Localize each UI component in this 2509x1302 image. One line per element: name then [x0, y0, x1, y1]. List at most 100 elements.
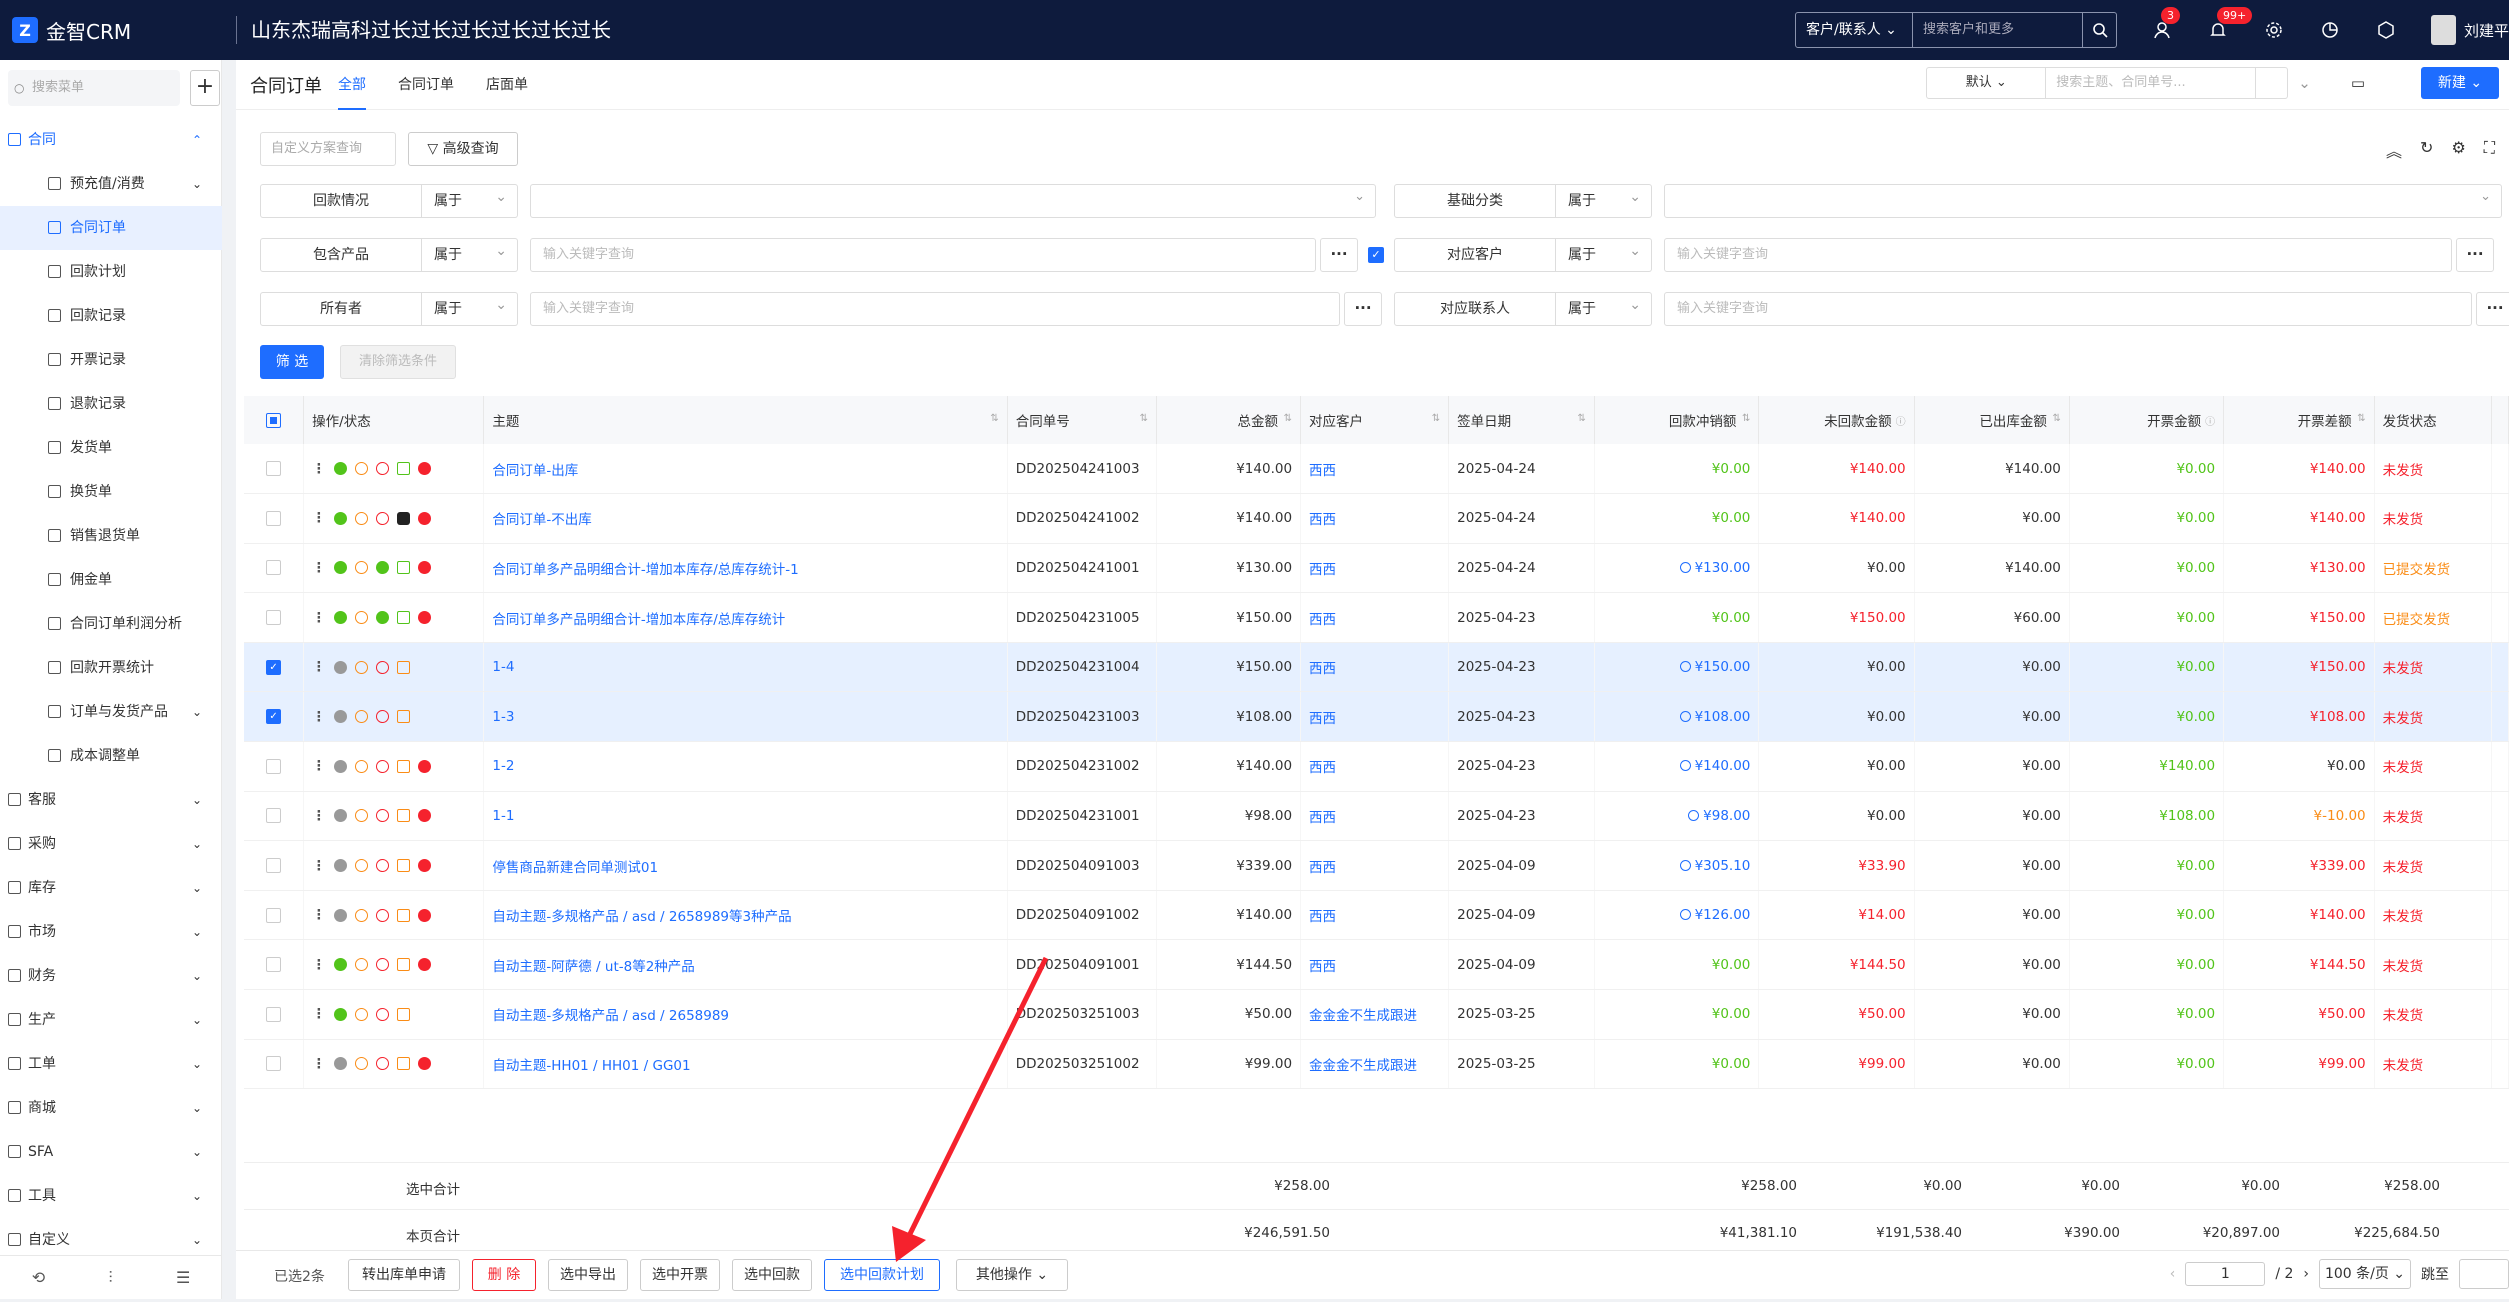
table-row[interactable]: ⋮ 自动主题-多规格产品 / asd / 2658989 DD20250325100…: [244, 989, 2509, 1040]
owner-icon[interactable]: [333, 1007, 347, 1021]
row-checkbox[interactable]: [266, 1006, 282, 1022]
tab-all[interactable]: 全部: [338, 60, 366, 110]
subject-link[interactable]: 合同订单-出库: [492, 463, 578, 479]
sidebar-item[interactable]: 合同订单利润分析: [0, 602, 222, 646]
new-button[interactable]: 新建 ⌄: [2421, 67, 2499, 99]
sidebar-item[interactable]: 库存 ⌄: [0, 866, 222, 910]
page-input[interactable]: 1: [2185, 1262, 2266, 1286]
sidebar-item[interactable]: 工单 ⌄: [0, 1042, 222, 1086]
subject-link[interactable]: 1-4: [492, 659, 514, 675]
subject-link[interactable]: 1-1: [492, 808, 514, 824]
subject-link[interactable]: 1-2: [492, 758, 514, 774]
block-icon[interactable]: [396, 511, 410, 525]
filter-value-select[interactable]: [530, 181, 1376, 218]
filter-operator-select[interactable]: 属于: [422, 289, 518, 326]
sidebar-item[interactable]: 发货单: [0, 426, 222, 470]
sidebar-item[interactable]: 成本调整单: [0, 734, 222, 778]
share-icon[interactable]: [396, 561, 410, 575]
advanced-search-button[interactable]: ▽ 高级查询: [408, 132, 518, 166]
notification-button[interactable]: 3: [2151, 7, 2180, 41]
customer-link[interactable]: 西西: [1309, 562, 1336, 578]
warning-icon[interactable]: [375, 809, 389, 823]
sidebar-item[interactable]: 开票记录: [0, 338, 222, 382]
sliders-icon[interactable]: ⫶: [109, 1268, 113, 1288]
delete-circle-icon[interactable]: [417, 611, 431, 625]
gear-icon[interactable]: ⚙: [2451, 138, 2465, 162]
refresh-icon[interactable]: ↻: [2420, 138, 2433, 162]
col-header[interactable]: 已出库金额 ⇅: [1914, 396, 2070, 444]
status-icon[interactable]: [354, 561, 368, 575]
sort-icon[interactable]: ⇅: [2053, 413, 2061, 424]
more-options-button[interactable]: ···: [2476, 292, 2509, 326]
history-button[interactable]: [2319, 19, 2341, 41]
sidebar-item[interactable]: 市场 ⌄: [0, 910, 222, 954]
view-select[interactable]: 默认 ⌄: [1926, 67, 2047, 99]
sidebar-item[interactable]: 退款记录: [0, 382, 222, 426]
history-icon[interactable]: ⟲: [32, 1268, 45, 1287]
add-menu-button[interactable]: +: [190, 70, 220, 106]
more-icon[interactable]: ⋮: [312, 858, 326, 874]
more-icon[interactable]: ⋮: [312, 907, 326, 923]
sort-icon[interactable]: ⇅: [2357, 413, 2365, 424]
chevron-down-icon[interactable]: ⌄: [2298, 74, 2311, 92]
filter-value-select[interactable]: [1664, 181, 2502, 218]
sort-icon[interactable]: ⇅: [990, 413, 998, 424]
col-header[interactable]: 对应客户 ⇅: [1300, 396, 1450, 444]
delete-circle-icon[interactable]: [417, 561, 431, 575]
sort-icon[interactable]: ⇅: [1742, 413, 1750, 424]
filter-operator-select[interactable]: 属于: [1556, 181, 1652, 218]
customer-link[interactable]: 金金金不生成跟进: [1309, 1058, 1417, 1074]
warning-icon[interactable]: [375, 1057, 389, 1071]
document-icon[interactable]: [396, 660, 410, 674]
delete-button[interactable]: 删 除: [472, 1259, 536, 1291]
customer-link[interactable]: 金金金不生成跟进: [1309, 1008, 1417, 1024]
share-icon[interactable]: [396, 611, 410, 625]
next-page-icon[interactable]: ›: [2303, 1266, 2309, 1282]
help-icon[interactable]: ⓘ: [2205, 413, 2215, 428]
more-icon[interactable]: ⋮: [312, 610, 326, 626]
menu-search-input[interactable]: ○ 搜索菜单: [8, 70, 180, 106]
sidebar-item[interactable]: 回款开票统计: [0, 646, 222, 690]
collapse-menu-icon[interactable]: ☰: [176, 1268, 190, 1287]
owner-icon[interactable]: [333, 561, 347, 575]
sidebar-item[interactable]: 工具 ⌄: [0, 1174, 222, 1218]
status-icon[interactable]: [354, 1057, 368, 1071]
col-header[interactable]: 总金额 ⇅: [1156, 396, 1302, 444]
col-header[interactable]: 主题 ⇅: [483, 396, 1008, 444]
owner-icon[interactable]: [333, 462, 347, 476]
col-header[interactable]: 回款冲销额 ⇅: [1594, 396, 1760, 444]
row-checkbox[interactable]: [266, 957, 282, 973]
delete-circle-icon[interactable]: [417, 859, 431, 873]
warning-icon[interactable]: [375, 660, 389, 674]
warning-icon[interactable]: [375, 908, 389, 922]
sidebar-item[interactable]: 佣金单: [0, 558, 222, 602]
row-checkbox[interactable]: [266, 907, 282, 923]
subject-link[interactable]: 自动主题-多规格产品 / asd / 2658989: [492, 1008, 729, 1024]
status-icon[interactable]: [354, 908, 368, 922]
row-checkbox[interactable]: [266, 510, 282, 526]
status-icon[interactable]: [354, 809, 368, 823]
table-row[interactable]: ⋮ 1-2 DD202504231002 ¥140.00 西西 2025-04-23 ¥14…: [244, 741, 2509, 792]
customer-link[interactable]: 西西: [1309, 612, 1336, 628]
document-icon[interactable]: [396, 759, 410, 773]
row-checkbox[interactable]: ✓: [266, 709, 282, 725]
table-row[interactable]: ⋮ 自动主题-阿萨德 / ut-8等2种产品 DD202504091001 ¥144.…: [244, 939, 2509, 991]
check-circle-icon[interactable]: [375, 561, 389, 575]
global-search-button[interactable]: [2083, 12, 2117, 48]
delete-circle-icon[interactable]: [417, 908, 431, 922]
table-row[interactable]: ⋮ 停售商品新建合同单测试01 DD202504091003 ¥339.00 西西 202…: [244, 840, 2509, 891]
more-icon[interactable]: ⋮: [312, 1006, 326, 1022]
sidebar-item[interactable]: 采购 ⌄: [0, 822, 222, 866]
search-type-select[interactable]: 客户/联系人 ⌄: [1795, 12, 1913, 48]
subject-link[interactable]: 停售商品新建合同单测试01: [492, 860, 658, 876]
owner-icon[interactable]: [333, 908, 347, 922]
document-icon[interactable]: [396, 958, 410, 972]
table-row[interactable]: ⋮ 合同订单-不出库 DD202504241002 ¥140.00 西西 2025-04-…: [244, 493, 2509, 544]
status-icon[interactable]: [354, 859, 368, 873]
sort-icon[interactable]: ⇅: [1284, 413, 1292, 424]
sort-icon[interactable]: ⇅: [1140, 413, 1148, 424]
subject-link[interactable]: 合同订单-不出库: [492, 512, 591, 528]
row-checkbox[interactable]: [266, 1056, 282, 1072]
jump-input[interactable]: [2459, 1259, 2509, 1289]
payment-plan-selected-button[interactable]: 选中回款计划: [824, 1259, 940, 1291]
